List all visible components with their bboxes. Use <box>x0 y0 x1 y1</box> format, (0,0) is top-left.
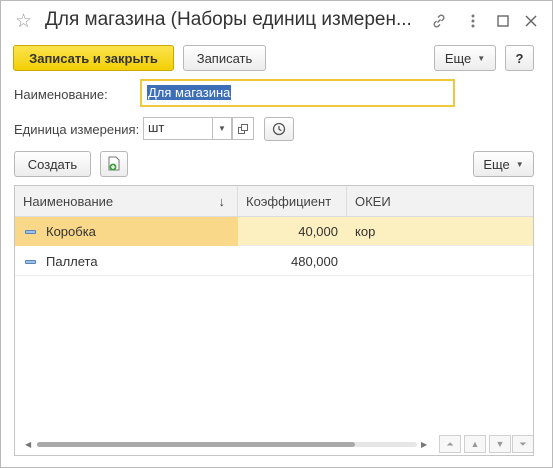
favorite-star-icon[interactable]: ☆ <box>15 10 32 33</box>
unit-label: Единица измерения: <box>14 122 140 137</box>
add-copy-icon <box>108 156 120 171</box>
row-name: Паллета <box>46 254 98 269</box>
sort-arrow-icon: ↓ <box>218 194 226 209</box>
next-row-button[interactable]: ▼ <box>489 435 511 453</box>
help-button[interactable]: ? <box>505 45 534 71</box>
history-button[interactable] <box>264 117 294 141</box>
window-title: Для магазина (Наборы единиц измерен... <box>45 9 412 30</box>
list-more-label: Еще <box>483 156 510 172</box>
table-row[interactable]: Коробка 40,000 кор <box>15 217 533 246</box>
more-label: Еще <box>444 50 472 66</box>
column-header-name-label: Наименование <box>23 194 114 209</box>
save-button[interactable]: Записать <box>183 45 266 71</box>
scroll-right-icon[interactable]: ▶ <box>421 440 427 449</box>
dropdown-arrow-icon: ▼ <box>515 159 524 169</box>
save-label: Записать <box>196 50 253 66</box>
scroll-left-icon[interactable]: ◀ <box>25 440 31 449</box>
save-and-close-button[interactable]: Записать и закрыть <box>13 45 174 71</box>
first-row-button[interactable]: ⏶ <box>439 435 461 453</box>
unit-value: шт <box>148 120 165 135</box>
item-icon <box>25 230 36 234</box>
close-icon[interactable] <box>521 11 541 31</box>
dropdown-arrow-icon: ▼ <box>477 53 486 63</box>
prev-row-button[interactable]: ▲ <box>464 435 486 453</box>
table-row[interactable]: Паллета 480,000 <box>15 247 533 276</box>
copy-button[interactable] <box>100 151 128 177</box>
title-bar: ☆ Для магазина (Наборы единиц измерен... <box>1 1 552 41</box>
help-label: ? <box>515 50 524 66</box>
unit-open-button[interactable] <box>232 117 254 140</box>
table-header: Наименование ↓ Коэффициент ОКЕИ <box>15 186 533 217</box>
history-icon <box>272 122 286 136</box>
save-and-close-label: Записать и закрыть <box>29 50 158 66</box>
horizontal-scrollbar[interactable]: ◀ ▶ <box>23 440 443 449</box>
go-down-icon: ▼ <box>495 439 505 449</box>
go-up-icon: ▲ <box>470 439 480 449</box>
column-header-okei-label: ОКЕИ <box>355 194 391 209</box>
more-menu-icon[interactable] <box>463 11 483 31</box>
last-row-button[interactable]: ⏷ <box>512 435 533 453</box>
maximize-icon[interactable] <box>493 11 513 31</box>
form-window: ☆ Для магазина (Наборы единиц измерен...… <box>0 0 553 468</box>
column-header-okei[interactable]: ОКЕИ <box>347 186 533 217</box>
name-label: Наименование: <box>14 87 108 102</box>
units-table: Наименование ↓ Коэффициент ОКЕИ Коробка … <box>14 185 534 456</box>
list-more-button[interactable]: Еще ▼ <box>473 151 534 177</box>
unit-input[interactable]: шт <box>143 117 213 140</box>
unit-dropdown-button[interactable]: ▼ <box>212 117 232 140</box>
go-first-icon: ⏶ <box>446 438 454 449</box>
create-button[interactable]: Создать <box>14 151 91 177</box>
column-header-coefficient-label: Коэффициент <box>246 194 332 209</box>
row-name: Коробка <box>46 224 96 239</box>
column-header-name[interactable]: Наименование ↓ <box>15 186 238 217</box>
name-input[interactable]: Для магазина <box>140 79 455 107</box>
item-icon <box>25 260 36 264</box>
link-icon[interactable] <box>429 11 449 31</box>
create-label: Создать <box>27 156 78 172</box>
row-coefficient: 480,000 <box>291 254 338 269</box>
chevron-down-icon: ▼ <box>218 124 226 133</box>
name-value: Для магазина <box>147 85 232 100</box>
row-okei: кор <box>355 224 376 239</box>
scrollbar-thumb[interactable] <box>37 442 355 447</box>
open-window-icon <box>238 123 248 134</box>
more-button[interactable]: Еще ▼ <box>434 45 496 71</box>
go-last-icon: ⏷ <box>519 438 527 449</box>
row-coefficient: 40,000 <box>298 224 338 239</box>
column-header-coefficient[interactable]: Коэффициент <box>238 186 347 217</box>
